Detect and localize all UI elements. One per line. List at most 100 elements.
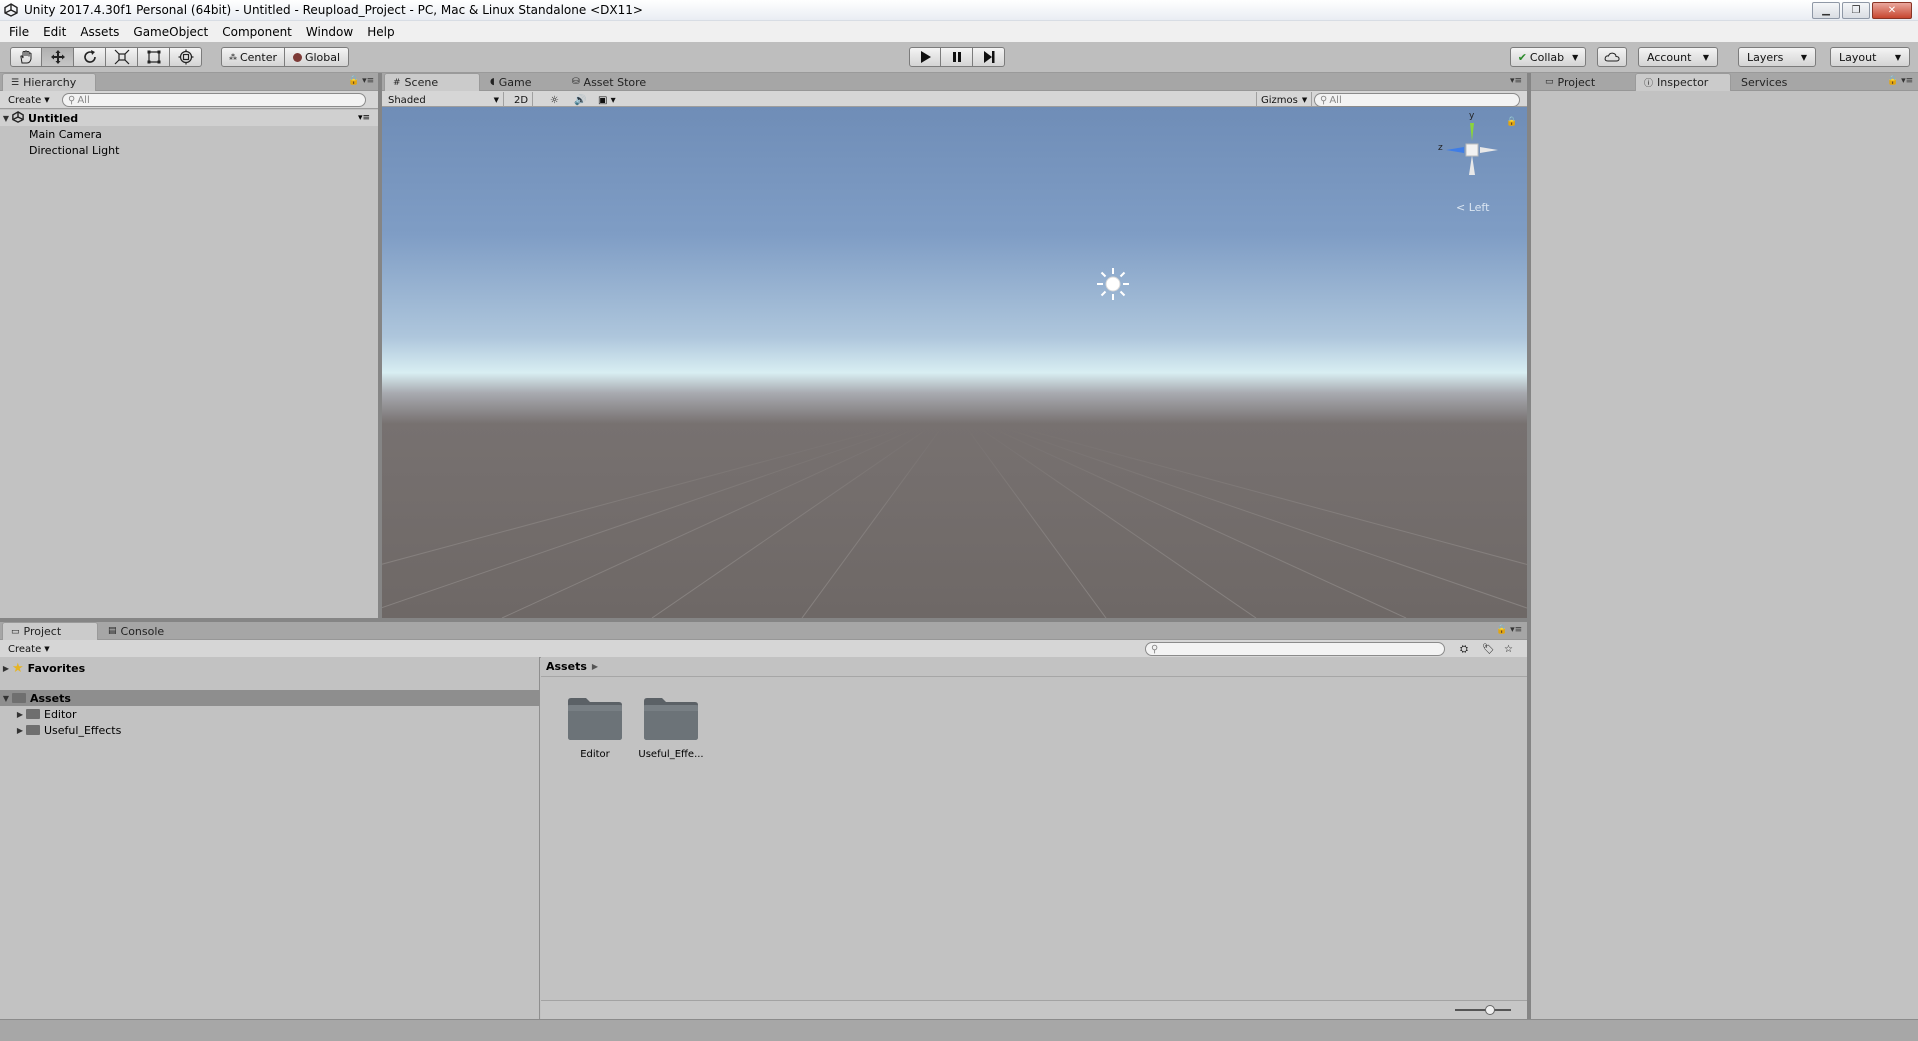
- panel-menu-icon[interactable]: 🔒 ▾≡: [1496, 625, 1522, 635]
- hierarchy-search-input[interactable]: ⚲ All: [62, 93, 366, 107]
- gizmos-label: Gizmos: [1261, 94, 1298, 106]
- account-dropdown[interactable]: Account ▼: [1638, 47, 1718, 67]
- asset-tile-useful-effects[interactable]: Useful_Effe...: [636, 695, 706, 760]
- asset-tile-editor[interactable]: Editor: [560, 695, 630, 760]
- pivot-center-button[interactable]: ⁂ Center: [221, 47, 285, 67]
- folder-row-editor[interactable]: ▶ Editor: [0, 706, 540, 722]
- panel-divider[interactable]: [378, 73, 382, 618]
- hand-icon[interactable]: [10, 47, 42, 67]
- directional-light-icon[interactable]: [1096, 267, 1130, 301]
- cloud-icon[interactable]: [1597, 47, 1627, 67]
- gizmo-lock-icon[interactable]: 🔒: [1506, 117, 1517, 127]
- chevron-right-icon: ▶: [591, 662, 599, 671]
- star-icon[interactable]: ☆: [1500, 641, 1517, 657]
- collab-group: ✔ Collab ▼: [1510, 47, 1586, 67]
- filter-label-icon[interactable]: 🏷: [1478, 641, 1499, 657]
- expand-arrow-icon[interactable]: ▼: [0, 114, 12, 123]
- gizmos-dropdown[interactable]: Gizmos ▼: [1256, 92, 1313, 108]
- collab-button[interactable]: ✔ Collab ▼: [1510, 47, 1586, 67]
- asset-label: Useful_Effe...: [638, 749, 704, 760]
- menu-gameobject[interactable]: GameObject: [128, 25, 213, 39]
- window-title: Unity 2017.4.30f1 Personal (64bit) - Unt…: [24, 3, 643, 17]
- inspector-body: [1531, 91, 1918, 1019]
- favorites-row[interactable]: ▶ ★ Favorites: [0, 660, 540, 676]
- assets-root-row[interactable]: ▼ Assets: [0, 690, 540, 706]
- tab-scene[interactable]: # Scene: [384, 73, 480, 91]
- expand-arrow-icon[interactable]: ▶: [14, 726, 26, 735]
- tab-console-label: Console: [120, 624, 165, 638]
- tab-services[interactable]: Services: [1733, 73, 1823, 91]
- folder-label: Useful_Effects: [44, 723, 122, 737]
- breadcrumb-assets[interactable]: Assets: [546, 660, 587, 673]
- project-create-button[interactable]: Create ▼: [4, 641, 54, 657]
- hierarchy-item-label: Main Camera: [29, 127, 102, 141]
- tab-game[interactable]: ◖ Game: [482, 73, 562, 91]
- menu-help[interactable]: Help: [362, 25, 399, 39]
- rotate-icon[interactable]: [74, 47, 106, 67]
- tab-project[interactable]: ▭ Project: [2, 622, 98, 640]
- panel-menu-icon[interactable]: 🔒 ▾≡: [348, 76, 374, 86]
- shading-mode-dropdown[interactable]: Shaded ▼: [384, 92, 504, 108]
- tab-project-right[interactable]: ▭ Project: [1537, 73, 1633, 91]
- panel-menu-icon[interactable]: ▾≡: [1510, 76, 1522, 86]
- scene-viewport[interactable]: y z 🔒 < Left: [382, 107, 1527, 618]
- layout-dropdown[interactable]: Layout ▼: [1830, 47, 1910, 67]
- rect-icon[interactable]: [138, 47, 170, 67]
- scale-icon[interactable]: [106, 47, 138, 67]
- menu-component[interactable]: Component: [217, 25, 297, 39]
- hierarchy-tabbar: ☰ Hierarchy 🔒 ▾≡: [0, 73, 378, 91]
- menu-file[interactable]: File: [4, 25, 34, 39]
- hierarchy-subbar: Create ▼ ⚲ All: [0, 91, 378, 109]
- transform-icon[interactable]: [170, 47, 202, 67]
- move-icon[interactable]: [42, 47, 74, 67]
- menu-assets[interactable]: Assets: [75, 25, 124, 39]
- close-icon[interactable]: ✕: [1872, 2, 1912, 19]
- hierarchy-item[interactable]: Main Camera: [0, 126, 378, 142]
- tab-hierarchy[interactable]: ☰ Hierarchy: [2, 73, 96, 91]
- play-icon[interactable]: [909, 47, 941, 67]
- folder-row-useful-effects[interactable]: ▶ Useful_Effects: [0, 722, 540, 738]
- expand-arrow-icon[interactable]: ▶: [14, 710, 26, 719]
- slider-handle[interactable]: [1485, 1005, 1495, 1015]
- folder-icon: ▭: [11, 626, 20, 637]
- tab-console[interactable]: ▤ Console: [100, 622, 190, 640]
- restore-icon[interactable]: ❐: [1842, 2, 1870, 19]
- window-titlebar: Unity 2017.4.30f1 Personal (64bit) - Unt…: [0, 0, 1918, 21]
- search-icon: ⚲: [1151, 643, 1159, 655]
- hierarchy-item[interactable]: Directional Light: [0, 142, 378, 158]
- scene-menu-icon[interactable]: ▾≡: [358, 113, 370, 123]
- audio-toggle-icon[interactable]: 🔊: [570, 92, 590, 108]
- space-global-button[interactable]: Global: [285, 47, 349, 67]
- expand-arrow-icon[interactable]: ▼: [0, 694, 12, 703]
- scene-search-input[interactable]: ⚲ All: [1314, 93, 1520, 107]
- folder-icon: [26, 709, 40, 719]
- mode-2d-toggle[interactable]: 2D: [510, 92, 534, 108]
- gizmo-y-label: y: [1469, 111, 1475, 121]
- layers-dropdown[interactable]: Layers ▼: [1738, 47, 1816, 67]
- tab-inspector[interactable]: ⓘ Inspector: [1635, 73, 1731, 91]
- step-icon[interactable]: [973, 47, 1005, 67]
- search-icon: ⚲: [68, 94, 76, 106]
- view-orientation-label[interactable]: < Left: [1456, 201, 1489, 214]
- menu-edit[interactable]: Edit: [38, 25, 71, 39]
- effects-dropdown-icon[interactable]: ▣ ▾: [594, 92, 620, 108]
- search-placeholder: All: [1329, 94, 1342, 106]
- scene-row[interactable]: ▼ Untitled ▾≡: [0, 110, 378, 126]
- tab-scene-label: Scene: [404, 76, 439, 89]
- icon-size-slider[interactable]: [1455, 1005, 1511, 1015]
- cloud-group: [1597, 47, 1627, 67]
- hierarchy-create-button[interactable]: Create ▼: [4, 92, 54, 108]
- filter-type-icon[interactable]: ⛭: [1456, 641, 1472, 657]
- expand-arrow-icon[interactable]: ▶: [0, 664, 12, 673]
- playback-controls: [909, 47, 1005, 67]
- scene-gizmo[interactable]: y z: [1436, 111, 1512, 179]
- pause-icon[interactable]: [941, 47, 973, 67]
- minimize-icon[interactable]: ▁: [1812, 2, 1840, 19]
- chevron-down-icon: ▼: [493, 96, 499, 104]
- shading-label: Shaded: [388, 94, 426, 106]
- project-search-input[interactable]: ⚲: [1145, 642, 1445, 656]
- menu-window[interactable]: Window: [301, 25, 358, 39]
- lighting-toggle-icon[interactable]: ☼: [546, 92, 563, 108]
- tab-asset-store[interactable]: ⛁ Asset Store: [564, 73, 674, 91]
- panel-menu-icon[interactable]: 🔒 ▾≡: [1887, 76, 1913, 86]
